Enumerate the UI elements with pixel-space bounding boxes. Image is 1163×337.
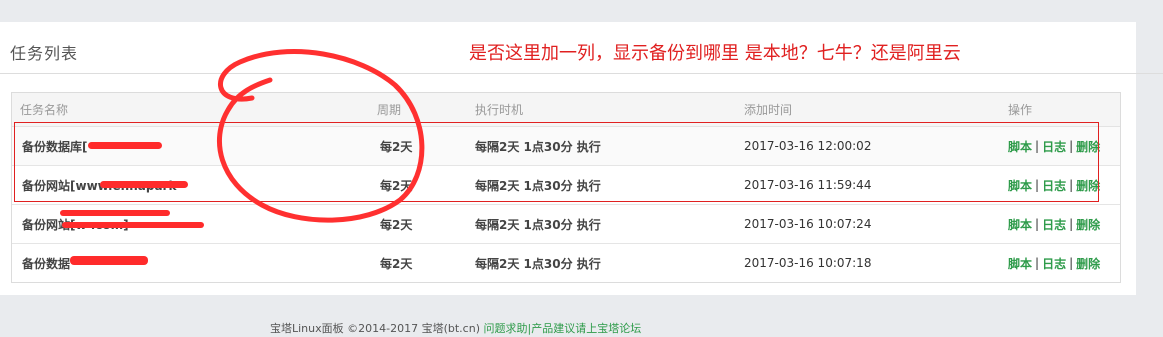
footer: 宝塔Linux面板 ©2014-2017 宝塔(bt.cn) 问题求助|产品建议…: [270, 320, 641, 336]
header-added-time: 添加时间: [744, 103, 793, 117]
task-actions: 脚本 | 日志 | 删除: [1008, 244, 1100, 282]
delete-link[interactable]: 删除: [1076, 216, 1100, 233]
task-added-time: 2017-03-16 10:07:18: [744, 256, 872, 270]
header-exec-time: 执行时机: [475, 103, 524, 117]
delete-link[interactable]: 删除: [1076, 177, 1100, 194]
delete-link[interactable]: 删除: [1076, 255, 1100, 272]
separator: |: [1069, 217, 1074, 231]
task-cycle: 每2天: [380, 178, 413, 193]
footer-forum-link[interactable]: 问题求助|产品建议请上宝塔论坛: [483, 322, 641, 335]
delete-link[interactable]: 删除: [1076, 138, 1100, 155]
task-exec: 每隔2天 1点30分 执行: [475, 139, 601, 154]
header-actions: 操作: [1008, 103, 1033, 117]
redaction-mark: [100, 181, 188, 188]
task-actions: 脚本 | 日志 | 删除: [1008, 127, 1100, 165]
separator: |: [1035, 139, 1040, 153]
task-name: 备份数据库[: [22, 139, 88, 154]
task-added-time: 2017-03-16 11:59:44: [744, 178, 872, 192]
table-header: 任务名称 周期 执行时机 添加时间 操作: [12, 93, 1120, 127]
task-actions: 脚本 | 日志 | 删除: [1008, 166, 1100, 204]
task-exec: 每隔2天 1点30分 执行: [475, 178, 601, 193]
task-added-time: 2017-03-16 12:00:02: [744, 139, 872, 153]
separator: |: [1069, 256, 1074, 270]
page-title: 任务列表: [10, 44, 79, 63]
header-cycle: 周期: [377, 103, 402, 117]
redaction-mark: [60, 210, 170, 216]
log-link[interactable]: 日志: [1042, 177, 1066, 194]
task-added-time: 2017-03-16 10:07:24: [744, 217, 872, 231]
redaction-mark: [70, 256, 148, 265]
redaction-mark: [88, 142, 162, 149]
title-divider: [0, 73, 1163, 74]
separator: |: [1069, 139, 1074, 153]
footer-copyright: 宝塔Linux面板 ©2014-2017 宝塔(bt.cn): [270, 322, 480, 335]
task-exec: 每隔2天 1点30分 执行: [475, 217, 601, 232]
script-link[interactable]: 脚本: [1008, 177, 1032, 194]
script-link[interactable]: 脚本: [1008, 255, 1032, 272]
separator: |: [1035, 178, 1040, 192]
task-cycle: 每2天: [380, 139, 413, 154]
task-cycle: 每2天: [380, 256, 413, 271]
task-name: 备份数据: [22, 256, 71, 271]
separator: |: [1035, 217, 1040, 231]
separator: |: [1035, 256, 1040, 270]
script-link[interactable]: 脚本: [1008, 138, 1032, 155]
table-row: 备份数据 每2天 每隔2天 1点30分 执行 2017-03-16 10:07:…: [12, 244, 1120, 282]
separator: |: [1069, 178, 1074, 192]
script-link[interactable]: 脚本: [1008, 216, 1032, 233]
redaction-mark: [62, 222, 204, 228]
task-exec: 每隔2天 1点30分 执行: [475, 256, 601, 271]
header-task-name: 任务名称: [20, 103, 69, 117]
log-link[interactable]: 日志: [1042, 255, 1066, 272]
log-link[interactable]: 日志: [1042, 216, 1066, 233]
table-row: 备份数据库[ 每2天 每隔2天 1点30分 执行 2017-03-16 12:0…: [12, 127, 1120, 166]
task-cycle: 每2天: [380, 217, 413, 232]
task-actions: 脚本 | 日志 | 删除: [1008, 205, 1100, 243]
log-link[interactable]: 日志: [1042, 138, 1066, 155]
annotation-note: 是否这里加一列，显示备份到哪里 是本地？七牛？还是阿里云: [469, 43, 961, 64]
